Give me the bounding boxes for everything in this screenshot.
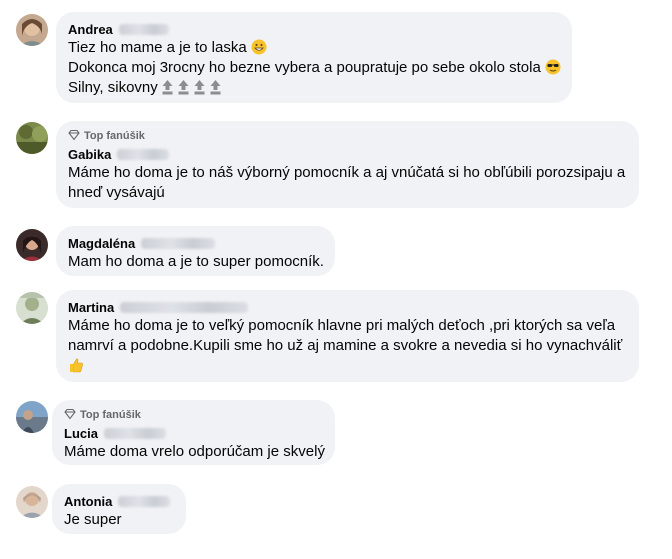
avatar[interactable] bbox=[16, 401, 48, 433]
top-fan-badge: Top fanúšik bbox=[68, 129, 627, 143]
blurred-surname bbox=[103, 427, 166, 439]
badge-label: Top fanúšik bbox=[84, 130, 145, 142]
comment-text-line: Mam ho doma a je to super pomocník. bbox=[68, 253, 324, 270]
blurred-surname bbox=[117, 148, 170, 160]
comment-bubble: Magdaléna Mam ho doma a je to super pomo… bbox=[56, 226, 335, 276]
comment-text-line: Dokonca moj 3rocny ho bezne vybera a pou… bbox=[68, 59, 541, 76]
comment-text-line: Máme doma vrelo odporúčam je skvelý bbox=[64, 443, 325, 460]
comment-author[interactable]: Magdaléna bbox=[68, 236, 135, 251]
blurred-surname bbox=[118, 23, 169, 35]
comment-text-line: Máme ho doma je to náš výborný pomocník … bbox=[68, 164, 626, 181]
comment-text-line: Silny, sikovny bbox=[68, 79, 158, 96]
comment-bubble: Martina Máme ho doma je to veľký pomocní… bbox=[56, 290, 639, 382]
sunglasses-face-icon bbox=[545, 59, 561, 75]
comment-author[interactable]: Antonia bbox=[64, 494, 112, 509]
comment-author[interactable]: Martina bbox=[68, 300, 114, 315]
comment-bubble: Top fanúšik Gabika Máme ho doma je to ná… bbox=[56, 121, 639, 208]
avatar[interactable] bbox=[16, 122, 48, 154]
thumbs-up-icon bbox=[68, 357, 84, 373]
comment-author[interactable]: Andrea bbox=[68, 22, 113, 37]
top-arrow-icon bbox=[209, 79, 222, 95]
comment-bubble: Andrea Tiez ho mame a je to laska Dokonc… bbox=[56, 12, 572, 103]
avatar[interactable] bbox=[16, 292, 48, 324]
comment-text-line: Tiez ho mame a je to laska bbox=[68, 39, 247, 56]
comment-text-line: Máme ho doma je to veľký pomocník hlavne… bbox=[68, 317, 616, 334]
top-arrow-icon bbox=[161, 79, 174, 95]
grinning-face-icon bbox=[251, 39, 267, 55]
comment-bubble: Top fanúšik Lucia Máme doma vrelo odporú… bbox=[52, 400, 335, 465]
top-fan-badge: Top fanúšik bbox=[64, 408, 323, 422]
avatar[interactable] bbox=[16, 486, 48, 518]
comment-bubble: Antonia Je super bbox=[52, 484, 186, 534]
top-arrow-icon bbox=[193, 79, 206, 95]
comment-text-line: namrví a podobne.Kupili sme ho už aj mam… bbox=[68, 337, 623, 354]
badge-label: Top fanúšik bbox=[80, 409, 141, 421]
top-arrow-icon bbox=[177, 79, 190, 95]
diamond-icon bbox=[68, 129, 80, 144]
comment-author[interactable]: Gabika bbox=[68, 147, 111, 162]
diamond-icon bbox=[64, 408, 76, 423]
blurred-surname bbox=[118, 495, 171, 507]
comment-text-line: Je super bbox=[64, 511, 122, 528]
avatar[interactable] bbox=[16, 14, 48, 46]
blurred-surname bbox=[141, 237, 216, 249]
blurred-surname bbox=[120, 301, 249, 313]
comment-text-line: hneď vysávajú bbox=[68, 184, 165, 201]
avatar[interactable] bbox=[16, 229, 48, 261]
comment-author[interactable]: Lucia bbox=[64, 426, 98, 441]
